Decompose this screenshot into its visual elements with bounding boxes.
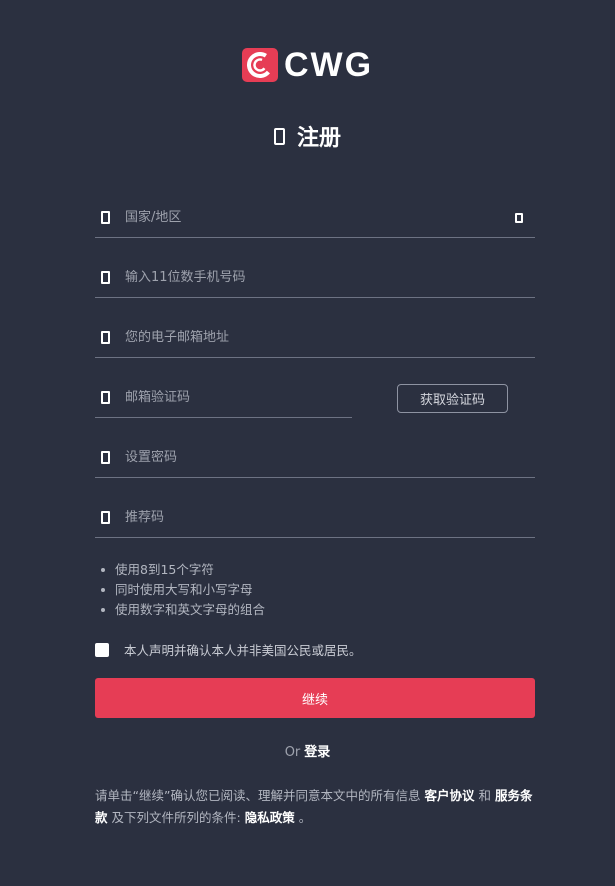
logo-text: CWG xyxy=(284,46,374,84)
logo-mark-icon xyxy=(242,48,278,82)
or-text: Or xyxy=(284,745,301,760)
chevron-down-icon[interactable] xyxy=(515,212,523,223)
login-link[interactable]: 登录 xyxy=(304,745,330,760)
mail-icon xyxy=(101,331,110,344)
privacy-policy-link[interactable]: 隐私政策 xyxy=(245,810,295,825)
password-rules: 使用8到15个字符 同时使用大写和小写字母 使用数字和英文字母的组合 xyxy=(101,560,265,620)
consent-row: 本人声明并确认本人并非美国公民或居民。 xyxy=(95,640,362,659)
get-code-button[interactable]: 获取验证码 xyxy=(397,384,508,413)
password-rule: 同时使用大写和小写字母 xyxy=(101,580,265,600)
country-field[interactable] xyxy=(95,198,535,238)
phone-icon xyxy=(273,127,285,145)
customer-agreement-link[interactable]: 客户协议 xyxy=(424,788,474,803)
phone-input[interactable] xyxy=(125,270,535,285)
user-icon xyxy=(101,511,110,524)
email-code-input[interactable] xyxy=(125,390,352,405)
continue-button[interactable]: 继续 xyxy=(95,678,535,718)
email-code-field[interactable] xyxy=(95,378,352,418)
email-field[interactable] xyxy=(95,318,535,358)
email-input[interactable] xyxy=(125,330,535,345)
logo: CWG xyxy=(242,47,373,83)
password-field[interactable] xyxy=(95,438,535,478)
referral-field[interactable] xyxy=(95,498,535,538)
lock-icon xyxy=(101,451,110,464)
phone-icon xyxy=(101,271,110,284)
password-rule: 使用8到15个字符 xyxy=(101,560,265,580)
password-rule: 使用数字和英文字母的组合 xyxy=(101,600,265,620)
page-title: 注册 xyxy=(0,120,615,152)
bullet-icon xyxy=(101,588,105,592)
consent-label: 本人声明并确认本人并非美国公民或居民。 xyxy=(124,643,362,658)
shield-icon xyxy=(101,391,110,404)
page-title-text: 注册 xyxy=(296,126,341,151)
referral-input[interactable] xyxy=(125,510,535,525)
globe-icon xyxy=(101,211,110,224)
phone-field[interactable] xyxy=(95,258,535,298)
terms-text: 请单击“继续”确认您已阅读、理解并同意本文中的所有信息 客户协议 和 服务条款 … xyxy=(95,788,533,825)
consent-checkbox[interactable] xyxy=(95,642,109,657)
register-page: CWG 注册 获取验证码 使用8到15个字符 同时使用大写和小写字母 使用数字和… xyxy=(0,0,615,886)
bullet-icon xyxy=(101,608,105,612)
country-input[interactable] xyxy=(125,210,515,225)
login-prompt: Or 登录 xyxy=(0,741,615,760)
password-input[interactable] xyxy=(125,450,535,465)
bullet-icon xyxy=(101,568,105,572)
